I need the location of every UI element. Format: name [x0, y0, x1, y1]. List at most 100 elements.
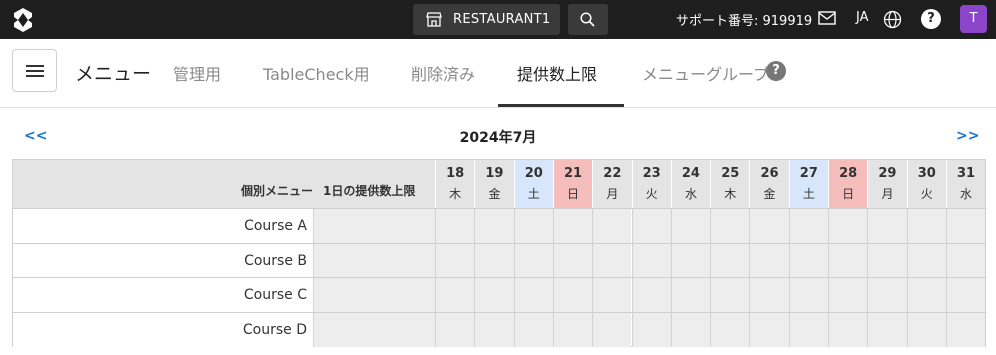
restaurant-selector-button[interactable]: RESTAURANT1: [413, 4, 560, 35]
day-limit-cell[interactable]: [710, 209, 750, 243]
day-limit-cell[interactable]: [867, 278, 907, 312]
day-limit-cell[interactable]: [906, 312, 946, 347]
restaurant-label: RESTAURANT1: [453, 12, 551, 27]
day-limit-cell[interactable]: [552, 278, 593, 312]
day-limit-cell[interactable]: [513, 209, 553, 243]
day-limit-cell[interactable]: [945, 278, 986, 312]
avatar[interactable]: T: [960, 5, 987, 33]
day-limit-cell[interactable]: [592, 312, 632, 347]
day-limit-cell[interactable]: [749, 209, 789, 243]
day-limit-cell[interactable]: [749, 312, 789, 347]
day-limit-cell[interactable]: [435, 243, 475, 278]
day-number: 30: [917, 166, 936, 181]
day-limit-cell[interactable]: [828, 312, 868, 347]
hamburger-line: [26, 75, 44, 77]
next-period-link[interactable]: >>: [956, 128, 979, 144]
day-limit-cell[interactable]: [945, 312, 986, 347]
day-limit-cell[interactable]: [906, 243, 946, 278]
day-number: 22: [603, 166, 622, 181]
daily-limit-cell[interactable]: [313, 312, 435, 347]
day-limit-cell[interactable]: [670, 243, 711, 278]
day-limit-cell[interactable]: [710, 312, 750, 347]
day-limit-cell[interactable]: [788, 243, 828, 278]
tab-tablecheck[interactable]: TableCheck用: [263, 61, 370, 85]
previous-period-link[interactable]: <<: [24, 128, 47, 144]
globe-icon[interactable]: [883, 10, 902, 29]
day-limit-cell[interactable]: [513, 312, 553, 347]
mail-icon[interactable]: [818, 11, 836, 25]
day-limit-cell[interactable]: [670, 312, 711, 347]
daily-limit-cell[interactable]: [313, 243, 435, 278]
day-limit-cell[interactable]: [513, 243, 553, 278]
course-name: Course C: [13, 278, 313, 312]
day-limit-cell[interactable]: [710, 243, 750, 278]
day-limit-cell[interactable]: [906, 209, 946, 243]
help-icon[interactable]: ?: [921, 9, 941, 29]
tab-menu-group[interactable]: メニューグループ: [642, 61, 769, 85]
tab-serving-limit[interactable]: 提供数上限: [517, 61, 597, 85]
day-limit-cell[interactable]: [788, 278, 828, 312]
day-limit-cell[interactable]: [592, 243, 632, 278]
course-name: Course B: [13, 243, 313, 278]
page-title: メニュー: [75, 63, 152, 85]
day-limit-cell[interactable]: [867, 209, 907, 243]
day-limit-cell[interactable]: [474, 312, 514, 347]
day-header: 31 水: [945, 160, 985, 208]
day-limit-cell[interactable]: [513, 278, 553, 312]
day-limit-cell[interactable]: [592, 278, 632, 312]
day-limit-cell[interactable]: [867, 312, 907, 347]
day-limit-cell[interactable]: [828, 278, 868, 312]
language-label[interactable]: JA: [856, 10, 869, 25]
table-row: Course C: [13, 277, 986, 312]
tab-deleted[interactable]: 削除済み: [411, 61, 475, 85]
day-limit-cell[interactable]: [631, 312, 671, 347]
tab-management[interactable]: 管理用: [173, 61, 221, 85]
day-limit-cell[interactable]: [552, 312, 593, 347]
day-limit-cell[interactable]: [474, 243, 514, 278]
day-of-week: 木: [724, 187, 737, 201]
day-limit-cell[interactable]: [435, 278, 475, 312]
day-limit-cell[interactable]: [631, 209, 671, 243]
day-limit-cell[interactable]: [749, 243, 789, 278]
day-limit-cell[interactable]: [435, 209, 475, 243]
day-limit-cell[interactable]: [710, 278, 750, 312]
day-limit-cell[interactable]: [867, 243, 907, 278]
day-limit-cell[interactable]: [670, 209, 711, 243]
day-of-week: 土: [527, 187, 540, 201]
day-limit-cell[interactable]: [592, 209, 632, 243]
day-number: 18: [446, 166, 465, 181]
day-header: 19 金: [474, 160, 513, 208]
day-number: 20: [524, 166, 543, 181]
daily-limit-cell[interactable]: [313, 278, 435, 312]
daily-limit-cell[interactable]: [313, 209, 435, 243]
day-limit-cell[interactable]: [788, 209, 828, 243]
day-limit-cell[interactable]: [749, 278, 789, 312]
day-limit-cell[interactable]: [828, 243, 868, 278]
day-of-week: 水: [960, 187, 973, 201]
day-of-week: 木: [449, 187, 462, 201]
day-limit-cell[interactable]: [945, 243, 986, 278]
help-icon[interactable]: ?: [766, 61, 786, 81]
day-of-week: 火: [920, 187, 933, 201]
day-number: 28: [839, 166, 858, 181]
day-of-week: 金: [763, 187, 776, 201]
logo-icon[interactable]: [10, 7, 36, 33]
day-limit-cell[interactable]: [631, 278, 671, 312]
day-limit-cell[interactable]: [906, 278, 946, 312]
day-number: 31: [956, 166, 976, 181]
day-limit-cell[interactable]: [474, 209, 514, 243]
hamburger-line: [26, 70, 44, 72]
day-number: 26: [760, 166, 779, 181]
day-limit-cell[interactable]: [552, 209, 593, 243]
hamburger-menu-button[interactable]: [12, 49, 57, 92]
day-limit-cell[interactable]: [788, 312, 828, 347]
day-limit-cell[interactable]: [828, 209, 868, 243]
search-button[interactable]: [568, 4, 608, 35]
day-limit-cell[interactable]: [945, 209, 986, 243]
day-limit-cell[interactable]: [474, 278, 514, 312]
day-limit-cell[interactable]: [552, 243, 593, 278]
table-row: Course D: [13, 311, 986, 347]
day-limit-cell[interactable]: [631, 243, 671, 278]
day-limit-cell[interactable]: [435, 312, 475, 347]
day-limit-cell[interactable]: [670, 278, 711, 312]
